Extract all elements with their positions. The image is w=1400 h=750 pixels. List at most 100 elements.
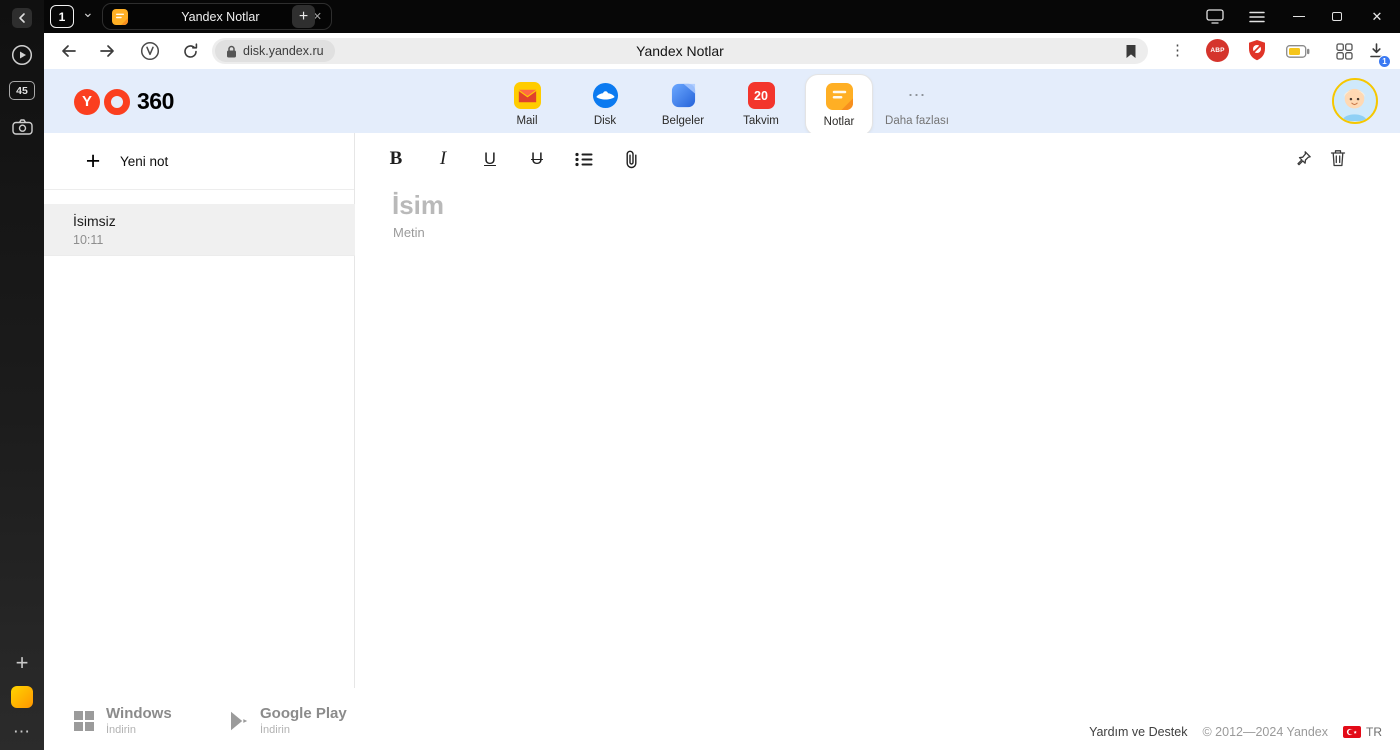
refresh-icon <box>183 42 197 58</box>
page-content: Y 360 Mail Disk Belgeler 20 Takvim Notla… <box>44 69 1400 750</box>
refresh-button[interactable] <box>178 41 202 61</box>
new-note-button[interactable]: + Yeni not <box>44 133 354 190</box>
services-nav: Mail Disk Belgeler 20 Takvim Notlar ⋯ Da… <box>493 74 951 136</box>
help-link[interactable]: Yardım ve Destek <box>1089 725 1187 739</box>
documents-icon <box>670 82 697 109</box>
service-label: Mail <box>516 115 538 127</box>
windows-icon <box>74 710 94 731</box>
new-tab-button[interactable]: + <box>292 5 315 28</box>
delete-note-button[interactable] <box>1330 149 1346 172</box>
attach-button[interactable] <box>621 147 641 171</box>
googleplay-download-link[interactable]: Google Play İndirin <box>230 705 347 736</box>
forward-button[interactable] <box>96 41 120 61</box>
notes-icon <box>825 83 853 110</box>
trash-icon <box>1330 150 1346 167</box>
window-minimize-button[interactable] <box>1282 0 1316 33</box>
note-title: İsimsiz <box>73 213 116 229</box>
counter-badge-button[interactable]: 45 <box>0 81 44 100</box>
service-label: Disk <box>593 115 617 127</box>
hamburger-icon <box>1249 11 1265 22</box>
service-notlar[interactable]: Notlar <box>805 74 873 136</box>
more-icon: ⋯ <box>907 85 927 105</box>
language-label: TR <box>1366 725 1382 739</box>
avatar-image <box>1334 80 1375 121</box>
shield-icon <box>1249 40 1265 61</box>
yandex-protect-button[interactable] <box>138 41 162 61</box>
back-icon <box>62 45 76 57</box>
battery-saver-button[interactable] <box>1286 45 1310 63</box>
window-close-button[interactable]: ✕ <box>1360 0 1394 33</box>
shield-extension-button[interactable] <box>1247 39 1267 67</box>
plus-icon: + <box>85 147 101 175</box>
collections-button[interactable] <box>1336 43 1353 65</box>
screenshot-button[interactable] <box>0 118 44 135</box>
copyright-text: © 2012—2024 Yandex <box>1202 725 1328 739</box>
chevron-down-icon[interactable]: ⌄ <box>82 4 94 21</box>
note-time: 10:11 <box>73 233 104 247</box>
bold-button[interactable]: B <box>386 147 406 171</box>
service-takvim[interactable]: 20 Takvim <box>727 74 795 136</box>
service-belgeler[interactable]: Belgeler <box>649 74 717 136</box>
yandex360-logo[interactable]: Y 360 <box>74 88 174 115</box>
note-title-input[interactable]: İsim <box>392 190 444 221</box>
bookmark-button[interactable] <box>1125 44 1137 64</box>
avatar[interactable] <box>1332 78 1378 124</box>
service-disk[interactable]: Disk <box>571 74 639 136</box>
yandex-app-icon <box>11 686 33 708</box>
video-button[interactable] <box>0 44 44 66</box>
store-title: Google Play <box>260 705 347 722</box>
service-more[interactable]: ⋯ Daha fazlası <box>883 74 951 136</box>
maximize-icon <box>1332 12 1342 21</box>
disk-icon <box>592 82 619 109</box>
tab-list-button[interactable]: 1 <box>50 5 74 28</box>
bullet-list-button[interactable] <box>574 147 594 171</box>
store-title: Windows <box>106 705 172 722</box>
language-switcher[interactable]: TR <box>1343 725 1382 739</box>
logo-360-text: 360 <box>137 88 174 114</box>
window-maximize-button[interactable] <box>1320 0 1354 33</box>
browser-menu-button[interactable] <box>1240 0 1274 33</box>
strikethrough-button[interactable]: U <box>527 147 547 171</box>
yandex360-header: Y 360 Mail Disk Belgeler 20 Takvim Notla… <box>44 69 1400 136</box>
browser-toolbar: disk.yandex.ru Yandex Notlar ⋮ ABP 1 <box>44 33 1400 69</box>
note-body-input[interactable]: Metin <box>393 225 425 240</box>
forward-icon <box>100 45 114 57</box>
panel-more-button[interactable]: ⋯ <box>0 722 44 742</box>
new-note-label: Yeni not <box>120 153 169 169</box>
yandex-app-button[interactable] <box>0 686 44 708</box>
panel-add-button[interactable]: + <box>0 650 44 676</box>
battery-icon <box>1286 45 1310 58</box>
download-count-badge: 1 <box>1378 55 1391 68</box>
pin-note-button[interactable] <box>1295 150 1312 172</box>
tab-title: Yandex Notlar <box>181 9 260 24</box>
omnibox-menu-button[interactable]: ⋮ <box>1170 41 1185 59</box>
downloads-button[interactable]: 1 <box>1368 42 1391 68</box>
footer-right: Yardım ve Destek © 2012—2024 Yandex TR <box>1089 725 1382 739</box>
pin-icon <box>1297 151 1311 166</box>
format-toolbar: B I U U <box>386 147 641 171</box>
address-bar[interactable]: disk.yandex.ru Yandex Notlar <box>212 38 1148 64</box>
service-mail[interactable]: Mail <box>493 74 561 136</box>
lock-icon <box>227 45 236 57</box>
plus-icon: + <box>15 650 29 675</box>
note-list-item[interactable]: İsimsiz 10:11 <box>44 204 355 256</box>
service-label: Belgeler <box>661 115 705 127</box>
note-editor: B I U U İsim Metin <box>356 133 1400 688</box>
italic-button[interactable]: I <box>433 147 453 171</box>
panel-toggle-icon <box>12 8 32 28</box>
site-domain-chip[interactable]: disk.yandex.ru <box>215 40 335 62</box>
site-domain: disk.yandex.ru <box>243 44 324 58</box>
adblock-extension-button[interactable]: ABP <box>1206 39 1229 62</box>
back-button[interactable] <box>56 41 80 61</box>
calendar-icon: 20 <box>747 82 775 109</box>
ring-icon <box>104 88 130 115</box>
underline-button[interactable]: U <box>480 147 500 171</box>
windows-download-link[interactable]: Windows İndirin <box>74 705 172 736</box>
notes-list-panel: + Yeni not İsimsiz 10:11 <box>44 133 355 688</box>
cast-button[interactable] <box>1198 0 1232 33</box>
notes-favicon <box>112 8 128 25</box>
count-badge: 45 <box>9 81 35 100</box>
yandex-circle-icon <box>140 41 160 61</box>
mail-icon <box>513 82 541 109</box>
panel-toggle-button[interactable] <box>0 7 44 29</box>
